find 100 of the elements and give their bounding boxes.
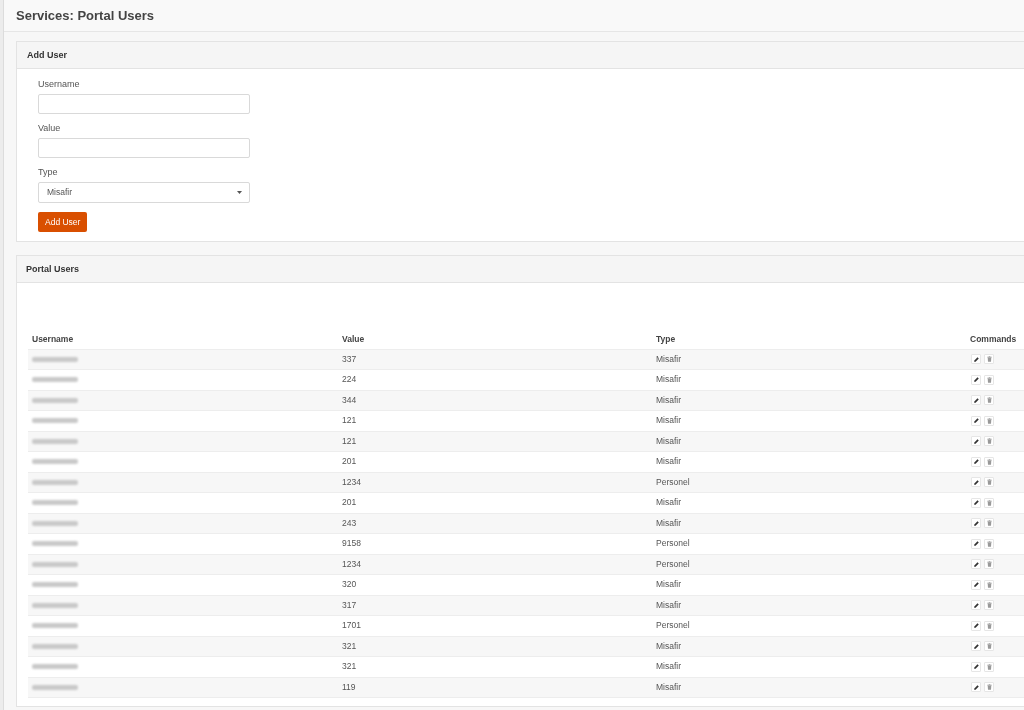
table-cell: 121 [342,415,357,426]
pencil-icon [973,459,979,465]
edit-button[interactable] [971,518,981,529]
trash-icon [986,520,992,527]
column-header: Username [32,334,74,345]
table-cell: Misafir [656,497,682,508]
pencil-icon [973,500,979,506]
trash-icon [986,663,992,670]
trash-icon [986,397,992,404]
edit-button[interactable] [971,395,981,406]
table-cell: Misafir [656,374,682,385]
pencil-icon [973,356,979,362]
trash-icon [986,417,992,424]
table-cell: 317 [342,599,357,610]
trash-icon [986,540,992,547]
edit-button[interactable] [971,477,981,488]
table-cell: Misafir [656,681,682,692]
panel-title: Add User [27,49,67,61]
table-cell: 321 [342,640,357,651]
field-label: Type [38,167,58,178]
edit-button[interactable] [971,641,981,652]
table-cell: 321 [342,661,357,672]
edit-button[interactable] [971,374,981,385]
edit-button[interactable] [971,538,981,549]
edit-button[interactable] [971,682,981,693]
caret-icon [237,191,242,194]
pencil-icon [973,561,979,567]
page-title: Services: Portal Users [16,7,155,24]
table-cell: Misafir [656,661,682,672]
pencil-icon [973,397,979,403]
field-label: Username [38,79,80,90]
table-cell: Misafir [656,517,682,528]
add-user-button[interactable]: Add User [38,212,88,232]
trash-icon [986,602,992,609]
table-cell: 344 [342,394,357,405]
table-cell: Misafir [656,415,682,426]
table-cell: Personel [656,476,690,487]
input-field[interactable] [38,138,250,158]
edit-button[interactable] [971,579,981,590]
table-cell: Personel [656,558,690,569]
pencil-icon [973,643,979,649]
table-cell: Misafir [656,640,682,651]
trash-icon [986,581,992,588]
column-header: Commands [970,334,1017,345]
table-cell: 201 [342,456,357,467]
pencil-icon [973,602,979,608]
type-dropdown[interactable]: Misafir [38,182,250,203]
column-header: Type [656,334,676,345]
pencil-icon [973,520,979,526]
edit-button[interactable] [971,620,981,631]
table-cell: Personel [656,620,690,631]
table-cell: 320 [342,579,357,590]
table-cell: 243 [342,517,357,528]
input-field[interactable] [38,94,250,114]
table-cell: 1701 [342,620,361,631]
table-cell: 337 [342,353,357,364]
trash-icon [986,561,992,568]
trash-icon [986,376,992,383]
pencil-icon [973,582,979,588]
pencil-icon [973,377,979,383]
edit-button[interactable] [971,354,981,365]
trash-icon [986,643,992,650]
edit-button[interactable] [971,436,981,447]
trash-icon [986,438,992,445]
trash-icon [986,499,992,506]
edit-button[interactable] [971,456,981,467]
table-cell: Misafir [656,394,682,405]
table-cell: Misafir [656,435,682,446]
table-cell: Personel [656,538,690,549]
table-cell: Misafir [656,456,682,467]
table-cell: 119 [342,681,356,692]
pencil-icon [973,623,979,629]
edit-button[interactable] [971,415,981,426]
table-cell: Misafir [656,353,682,364]
edit-button[interactable] [971,559,981,570]
table-cell: 1234 [342,558,361,569]
field-label: Value [38,123,61,134]
table-cell: 1234 [342,476,361,487]
trash-icon [986,684,992,691]
table-cell: 201 [342,497,357,508]
table-cell: 9158 [342,538,361,549]
pencil-icon [973,541,979,547]
table-cell: Misafir [656,579,682,590]
pencil-icon [973,664,979,670]
pencil-icon [973,479,979,485]
edit-button[interactable] [971,497,981,508]
table-cell: 224 [342,374,357,385]
panel-title: Portal Users [26,263,80,275]
column-header: Value [342,334,365,345]
edit-button[interactable] [971,661,981,672]
table-cell: Misafir [656,599,682,610]
trash-icon [986,622,992,629]
trash-icon [986,356,992,363]
table-cell: 121 [342,435,357,446]
pencil-icon [973,418,979,424]
trash-icon [986,479,992,486]
trash-icon [986,458,992,465]
pencil-icon [973,438,979,444]
edit-button[interactable] [971,600,981,611]
pencil-icon [973,684,979,690]
